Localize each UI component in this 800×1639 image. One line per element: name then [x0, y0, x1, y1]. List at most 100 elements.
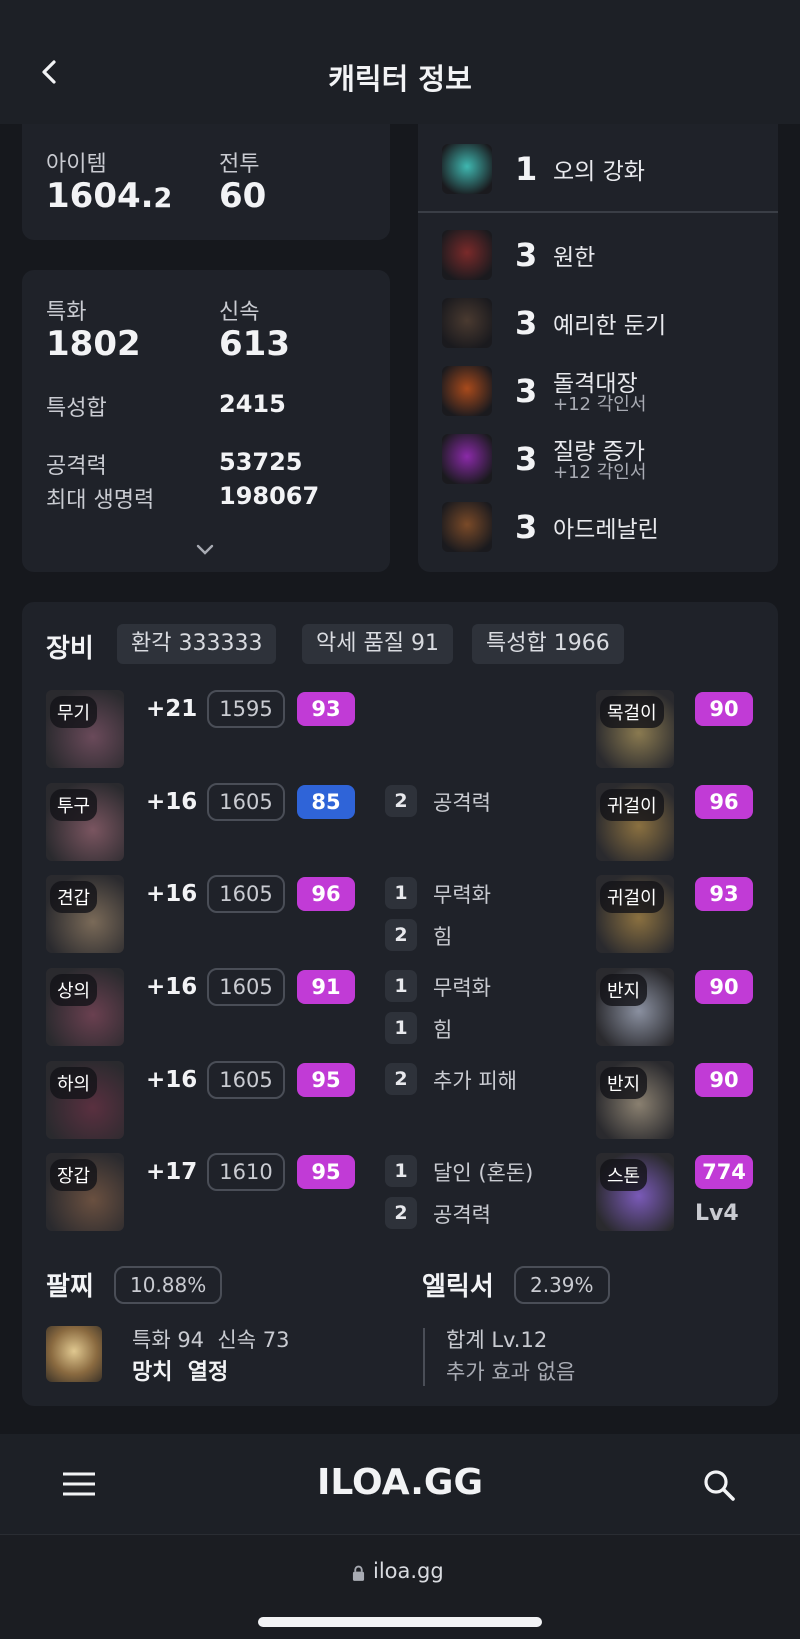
effect-level: 2 — [385, 1063, 417, 1095]
item-level: 1610 — [207, 1153, 285, 1191]
engraving-row[interactable]: 1 오의 강화 — [442, 144, 772, 196]
home-indicator — [258, 1617, 542, 1627]
accessory-quality: 90 — [695, 970, 753, 1004]
engraving-row[interactable]: 3 원한 — [442, 230, 772, 282]
item-level: 1605 — [207, 1061, 285, 1099]
upgrade-level: +16 — [146, 974, 198, 1000]
effect-level: 1 — [385, 1012, 417, 1044]
bottom-nav: ILOA.GG — [0, 1434, 800, 1534]
effect-level: 1 — [385, 970, 417, 1002]
bracelet-title: 팔찌 — [46, 1272, 94, 1302]
quality-badge: 95 — [297, 1155, 355, 1189]
engraving-icon — [442, 366, 492, 416]
total-stat-label: 특성합 — [46, 396, 107, 421]
engraving-row[interactable]: 3 질량 증가 +12 각인서 — [442, 434, 772, 486]
item-level-value: 1604.2 — [46, 176, 173, 216]
elixir-divider — [423, 1328, 425, 1386]
engraving-level: 3 — [515, 372, 538, 410]
equipment-slot: 하의 — [50, 1067, 98, 1099]
quality-badge: 96 — [297, 877, 355, 911]
engraving-icon — [442, 298, 492, 348]
chip-stat-sum: 특성합 1966 — [472, 624, 624, 664]
accessory-slot: 반지 — [600, 974, 648, 1006]
engraving-name: 아드레날린 — [553, 517, 659, 543]
engraving-icon — [442, 434, 492, 484]
effect-name: 무력화 — [433, 976, 491, 1000]
upgrade-level: +16 — [146, 1067, 198, 1093]
attack-value: 53725 — [219, 448, 303, 476]
accessory-quality: 96 — [695, 785, 753, 819]
effect-level: 2 — [385, 919, 417, 951]
effect-level: 2 — [385, 785, 417, 817]
effect-name: 추가 피해 — [433, 1069, 517, 1093]
url-text: iloa.gg — [373, 1559, 444, 1583]
engraving-icon — [442, 144, 492, 194]
equipment-slot: 상의 — [50, 974, 98, 1006]
swift-value: 613 — [219, 324, 290, 364]
max-hp-value: 198067 — [219, 482, 320, 510]
page-title: 캐릭터 정보 — [328, 62, 472, 96]
accessory-quality: 90 — [695, 1063, 753, 1097]
chip-accessory-quality: 악세 품질 91 — [302, 624, 453, 664]
accessory-quality: 93 — [695, 877, 753, 911]
equipment-image: 상의 — [46, 968, 124, 1046]
elixir-total: 합계 Lv.12 — [446, 1328, 548, 1352]
effect-level: 2 — [385, 1197, 417, 1229]
swift-label: 신속 — [219, 300, 260, 325]
equipment-slot: 무기 — [50, 696, 98, 728]
equipment-slot: 견갑 — [50, 881, 98, 913]
engraving-name: 예리한 둔기 — [553, 313, 667, 339]
effect-name: 힘 — [433, 925, 453, 949]
equipment-image: 무기 — [46, 690, 124, 768]
stats-card: 특화 1802 신속 613 특성합 2415 공격력 53725 최대 생명력… — [22, 270, 390, 572]
quality-badge: 91 — [297, 970, 355, 1004]
item-level: 1605 — [207, 968, 285, 1006]
max-hp-label: 최대 생명력 — [46, 488, 155, 513]
engraving-book: +12 각인서 — [553, 394, 647, 415]
accessory-image: 반지 — [596, 968, 674, 1046]
item-level: 1605 — [207, 875, 285, 913]
top-header: 캐릭터 정보 — [0, 0, 800, 124]
engraving-icon — [442, 230, 492, 280]
summary-card: 아이템 1604.2 전투 60 — [22, 124, 390, 240]
quality-badge: 95 — [297, 1063, 355, 1097]
engraving-row[interactable]: 3 돌격대장 +12 각인서 — [442, 366, 772, 418]
equipment-image: 하의 — [46, 1061, 124, 1139]
bracelet-icon — [46, 1326, 102, 1382]
combat-level-label: 전투 — [219, 152, 260, 177]
search-icon[interactable] — [702, 1468, 736, 1502]
bracelet-stats: 특화 94 신속 73 — [132, 1328, 290, 1352]
equipment-title: 장비 — [46, 634, 94, 664]
accessory-quality: 774 — [695, 1155, 753, 1189]
upgrade-level: +17 — [146, 1159, 198, 1185]
effect-name: 힘 — [433, 1018, 453, 1042]
quality-badge: 93 — [297, 692, 355, 726]
item-level: 1595 — [207, 690, 285, 728]
accessory-image: 목걸이 — [596, 690, 674, 768]
accessory-image: 귀걸이 — [596, 783, 674, 861]
engraving-level: 3 — [515, 440, 538, 478]
engraving-row[interactable]: 3 예리한 둔기 — [442, 298, 772, 350]
accessory-quality: 90 — [695, 692, 753, 726]
browser-url-bar[interactable]: iloa.gg — [0, 1534, 800, 1639]
equipment-slot: 장갑 — [50, 1159, 98, 1191]
accessory-slot: 반지 — [600, 1067, 648, 1099]
upgrade-level: +16 — [146, 789, 198, 815]
accessory-slot: 귀걸이 — [600, 881, 664, 913]
engraving-divider — [418, 211, 778, 213]
equipment-image: 투구 — [46, 783, 124, 861]
equipment-image: 견갑 — [46, 875, 124, 953]
effect-level: 1 — [385, 877, 417, 909]
engraving-name: 원한 — [553, 245, 596, 271]
equipment-image: 장갑 — [46, 1153, 124, 1231]
elixir-percent: 2.39% — [514, 1266, 610, 1304]
crit-value: 1802 — [46, 324, 141, 364]
stone-level: Lv4 — [695, 1201, 739, 1226]
accessory-image: 스톤 — [596, 1153, 674, 1231]
chevron-down-icon[interactable] — [196, 544, 214, 556]
site-logo[interactable]: ILOA.GG — [0, 1462, 800, 1503]
elixir-effect: 추가 효과 없음 — [446, 1360, 576, 1384]
attack-label: 공격력 — [46, 454, 107, 479]
effect-name: 달인 (혼돈) — [433, 1161, 534, 1185]
engraving-row[interactable]: 3 아드레날린 — [442, 502, 772, 554]
